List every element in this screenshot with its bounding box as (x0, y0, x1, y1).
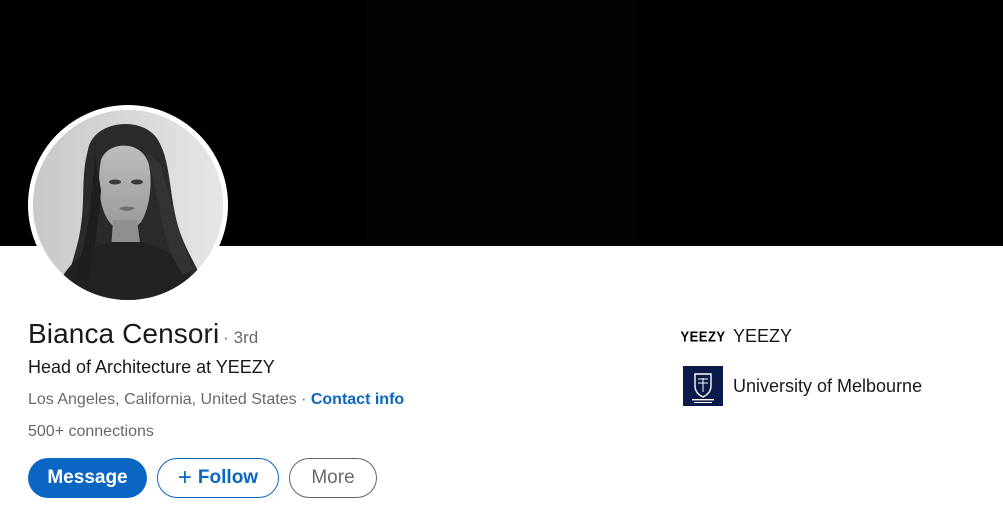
org-name: University of Melbourne (733, 375, 923, 396)
profile-location: Los Angeles, California, United States (28, 391, 297, 408)
portrait-image (33, 110, 223, 300)
org-name: YEEZY (733, 325, 793, 346)
profile-photo-frame[interactable] (28, 105, 228, 305)
connections-count[interactable]: 500+ connections (28, 423, 154, 441)
connection-degree: · 3rd (223, 328, 259, 347)
org-item-yeezy[interactable]: YEEZY YEEZY (680, 318, 922, 354)
org-item-university-of-melbourne[interactable]: University of Melbourne (683, 366, 922, 406)
location-row: Los Angeles, California, United States ·… (28, 391, 404, 409)
location-separator: · (301, 391, 307, 408)
profile-headline: Head of Architecture at YEEZY (28, 357, 275, 377)
contact-info-link[interactable]: Contact info (311, 391, 404, 408)
yeezy-logo: YEEZY (680, 327, 726, 345)
university-crest-icon (683, 366, 723, 406)
message-button[interactable]: Message (28, 458, 147, 498)
follow-button[interactable]: + Follow (157, 458, 279, 498)
follow-label: Follow (197, 467, 259, 488)
profile-photo[interactable] (33, 110, 223, 300)
plus-icon: + (177, 464, 192, 491)
profile-name: Bianca Censori (28, 318, 220, 349)
organizations-list: YEEZY YEEZY University of Melbourne (680, 318, 922, 418)
name-row: Bianca Censori · 3rd (28, 318, 258, 350)
banner-panel (365, 0, 637, 246)
profile-actions: Message + Follow More (28, 458, 377, 498)
more-button[interactable]: More (289, 458, 377, 498)
